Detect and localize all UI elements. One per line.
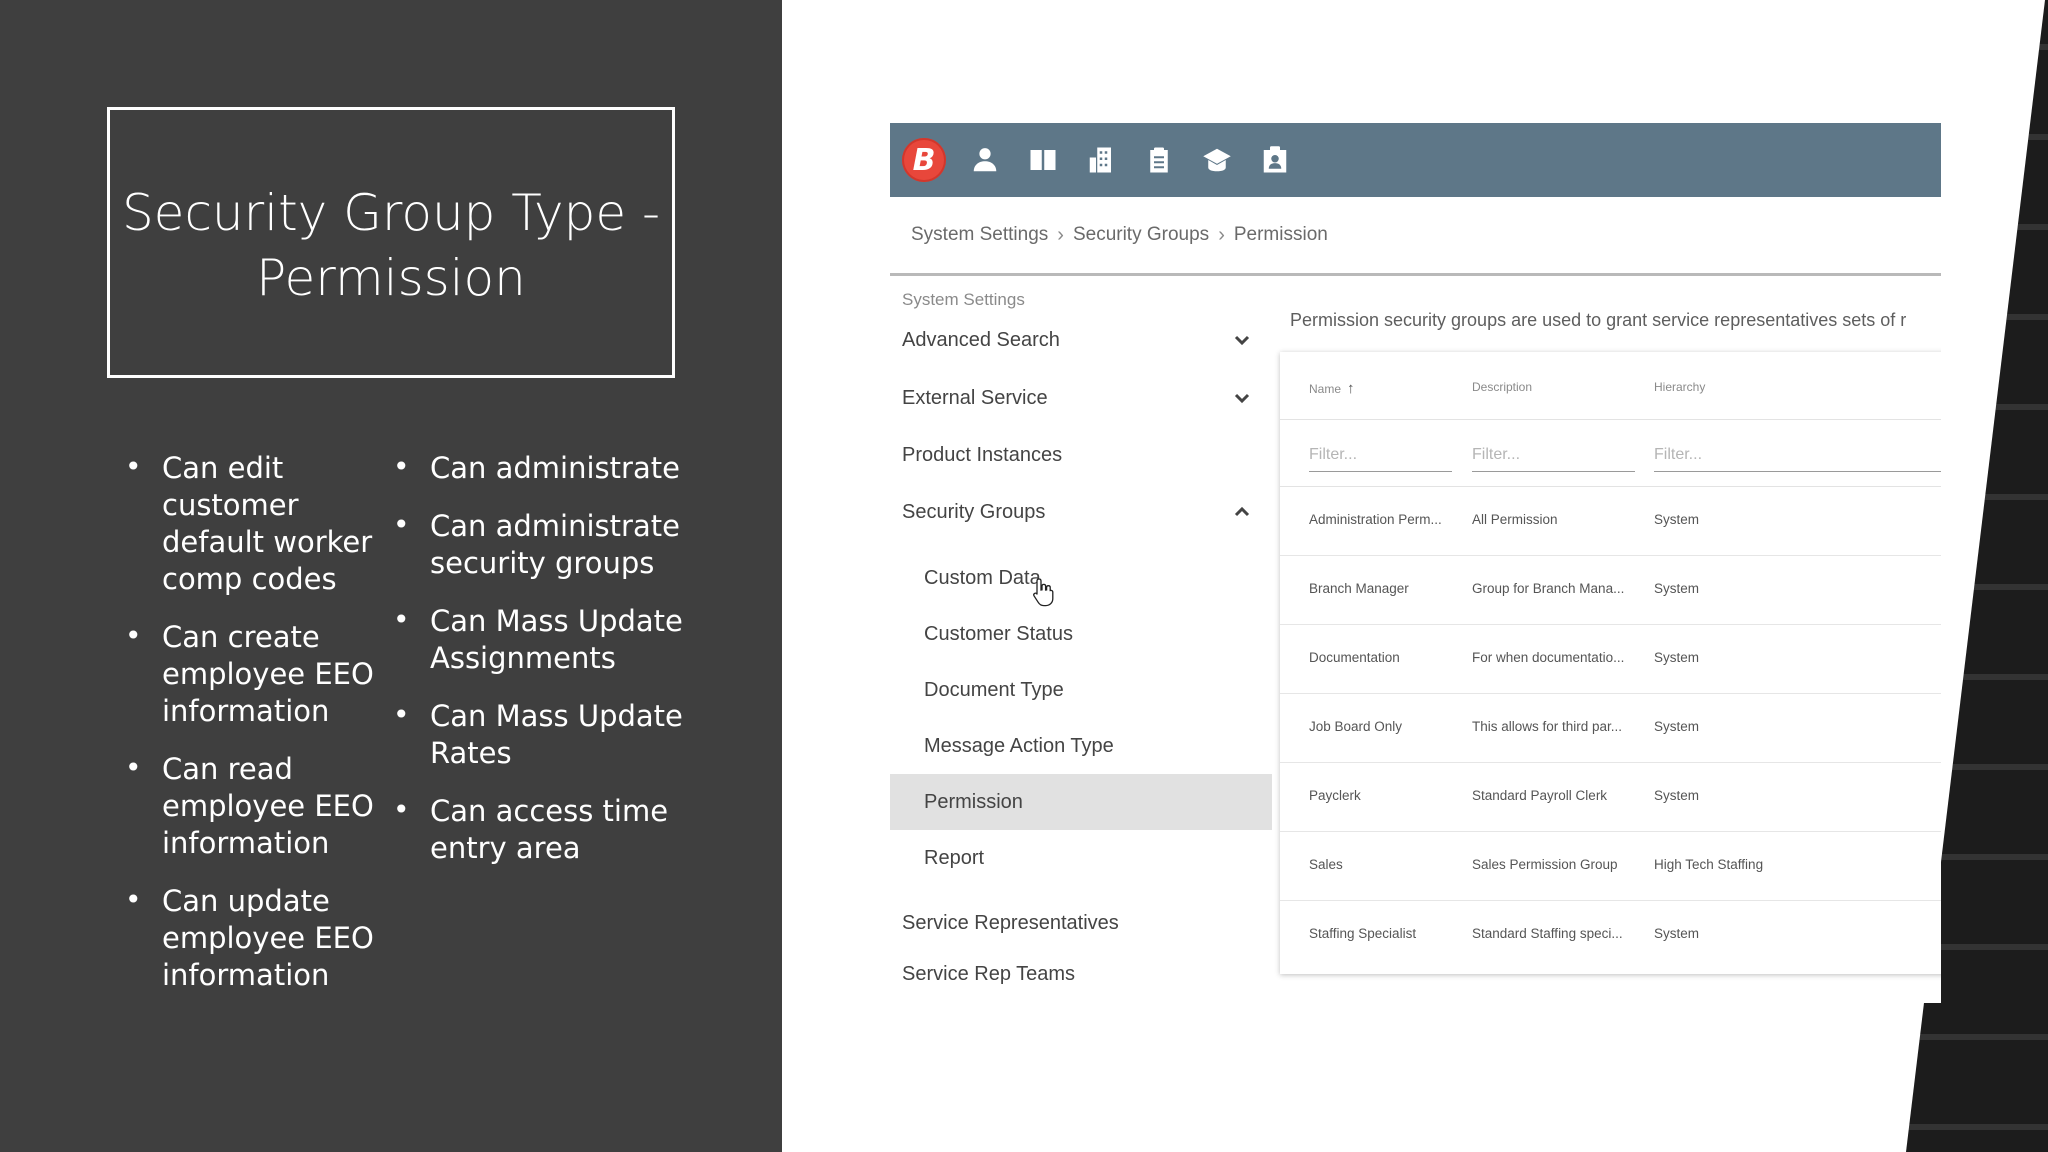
column-header-description[interactable]: Description: [1472, 380, 1532, 394]
cell-description: Standard Payroll Clerk: [1472, 788, 1608, 803]
settings-sidebar: System Settings Advanced Search External…: [890, 276, 1272, 1003]
filter-description-input[interactable]: [1472, 438, 1635, 472]
bullet-item: Can read employee EEO information: [125, 749, 375, 862]
sidebar-item-label: Service Representatives: [902, 911, 1119, 934]
sidebar-subitem-report[interactable]: Report: [890, 830, 1272, 886]
cell-hierarchy: System: [1654, 650, 1700, 665]
bullet-list-left: Can edit customer default worker comp co…: [125, 448, 375, 1015]
cell-hierarchy: System: [1654, 788, 1700, 803]
bullet-list-right: Can administrate Can administrate securi…: [393, 448, 683, 888]
hand-cursor-icon: [1033, 578, 1054, 607]
table-row[interactable]: Administration Perm... All Permission Sy…: [1280, 487, 1941, 556]
cell-hierarchy: System: [1654, 719, 1700, 734]
sidebar-item-label: Customer Status: [924, 622, 1073, 645]
cell-description: Group for Branch Mana...: [1472, 581, 1625, 596]
breadcrumb: System Settings › Security Groups › Perm…: [890, 197, 1941, 276]
app-window: B System Settings › Security Groups › Pe…: [890, 123, 1941, 1003]
chevron-right-icon: ›: [1057, 223, 1064, 246]
bullet-item: Can administrate security groups: [393, 506, 683, 582]
cell-name: Documentation: [1309, 650, 1400, 665]
sidebar-item-advanced-search[interactable]: Advanced Search: [890, 312, 1272, 368]
table-row[interactable]: Payclerk Standard Payroll Clerk System: [1280, 763, 1941, 832]
clipboard-icon[interactable]: [1140, 141, 1178, 179]
column-header-label: Name: [1309, 382, 1342, 396]
column-header-hierarchy[interactable]: Hierarchy: [1654, 380, 1705, 394]
sidebar-item-label: Permission: [924, 790, 1023, 813]
sidebar-item-label: Custom Data: [924, 566, 1041, 589]
cell-hierarchy: System: [1654, 926, 1700, 941]
bullet-item: Can update employee EEO information: [125, 881, 375, 994]
intro-text: Permission security groups are used to g…: [1290, 310, 1907, 330]
filter-hierarchy-input[interactable]: [1654, 438, 1941, 472]
slide-title-box: Security Group Type - Permission: [107, 107, 675, 378]
cell-description: Standard Staffing speci...: [1472, 926, 1623, 941]
bullet-item: Can Mass Update Rates: [393, 696, 683, 772]
column-header-name[interactable]: Name ↑: [1309, 380, 1355, 397]
sidebar-item-service-rep-teams[interactable]: Service Rep Teams: [890, 946, 1272, 1002]
table-row[interactable]: Sales Sales Permission Group High Tech S…: [1280, 832, 1941, 901]
contact-badge-icon[interactable]: [1256, 141, 1294, 179]
chevron-up-icon: [1232, 502, 1252, 522]
sidebar-subitem-message-action-type[interactable]: Message Action Type: [890, 718, 1272, 774]
slide-text-panel: Security Group Type - Permission Can edi…: [0, 0, 782, 1152]
chevron-down-icon: [1232, 330, 1252, 350]
sidebar-item-label: Report: [924, 846, 985, 869]
cell-name: Job Board Only: [1309, 719, 1403, 734]
cell-name: Administration Perm...: [1309, 512, 1442, 527]
sidebar-item-label: Security Groups: [902, 500, 1046, 523]
header-divider: [1280, 419, 1941, 420]
breadcrumb-security-groups[interactable]: Security Groups: [1073, 224, 1209, 246]
sidebar-subitem-permission[interactable]: Permission: [890, 774, 1272, 830]
sidebar-item-product-instances[interactable]: Product Instances: [890, 427, 1272, 483]
table-row[interactable]: Branch Manager Group for Branch Mana... …: [1280, 556, 1941, 625]
security-groups-table: Name ↑ Description Hierarchy Administrati…: [1280, 352, 1941, 974]
sidebar-item-service-representatives[interactable]: Service Representatives: [890, 895, 1272, 951]
cell-description: Sales Permission Group: [1472, 857, 1618, 872]
slide-title: Security Group Type - Permission: [121, 183, 661, 307]
book-icon[interactable]: [1024, 141, 1062, 179]
breadcrumb-permission[interactable]: Permission: [1234, 224, 1328, 246]
table-row[interactable]: Job Board Only This allows for third par…: [1280, 694, 1941, 763]
sidebar-subitem-custom-data[interactable]: Custom Data: [890, 550, 1272, 606]
table-row[interactable]: Documentation For when documentatio... S…: [1280, 625, 1941, 694]
cell-name: Staffing Specialist: [1309, 926, 1417, 941]
cell-name: Sales: [1309, 857, 1343, 872]
cell-hierarchy: System: [1654, 581, 1700, 596]
building-icon[interactable]: [1082, 141, 1120, 179]
breadcrumb-system-settings[interactable]: System Settings: [911, 224, 1048, 246]
cell-description: For when documentatio...: [1472, 650, 1625, 665]
sidebar-subitem-document-type[interactable]: Document Type: [890, 662, 1272, 718]
sidebar-item-label: Document Type: [924, 678, 1064, 701]
bullet-item: Can administrate: [393, 448, 683, 487]
bullet-item: Can create employee EEO information: [125, 617, 375, 730]
chevron-down-icon: [1232, 388, 1252, 408]
sidebar-item-label: Advanced Search: [902, 328, 1060, 351]
cell-description: All Permission: [1472, 512, 1558, 527]
sidebar-item-security-groups[interactable]: Security Groups: [890, 484, 1272, 540]
sidebar-item-label: Service Rep Teams: [902, 962, 1076, 985]
graduation-cap-icon[interactable]: [1198, 141, 1236, 179]
sort-ascending-icon[interactable]: ↑: [1347, 380, 1355, 397]
cell-name: Payclerk: [1309, 788, 1361, 803]
sidebar-subitem-customer-status[interactable]: Customer Status: [890, 606, 1272, 662]
bullet-item: Can access time entry area: [393, 791, 683, 867]
bullet-item: Can edit customer default worker comp co…: [125, 448, 375, 598]
sidebar-item-label: Product Instances: [902, 443, 1063, 466]
table-row[interactable]: Staffing Specialist Standard Staffing sp…: [1280, 901, 1941, 970]
person-icon[interactable]: [966, 141, 1004, 179]
brand-logo[interactable]: B: [902, 138, 946, 182]
top-nav-bar: B: [890, 123, 1941, 197]
cell-name: Branch Manager: [1309, 581, 1409, 596]
cell-description: This allows for third par...: [1472, 719, 1623, 734]
sidebar-item-external-service[interactable]: External Service: [890, 370, 1272, 426]
filter-name-input[interactable]: [1309, 438, 1452, 472]
sidebar-item-label: Message Action Type: [924, 734, 1114, 757]
sidebar-heading: System Settings: [902, 290, 1025, 309]
chevron-right-icon: ›: [1218, 223, 1225, 246]
cell-hierarchy: High Tech Staffing: [1654, 857, 1764, 872]
cell-hierarchy: System: [1654, 512, 1700, 527]
bullet-item: Can Mass Update Assignments: [393, 601, 683, 677]
sidebar-item-label: External Service: [902, 386, 1048, 409]
